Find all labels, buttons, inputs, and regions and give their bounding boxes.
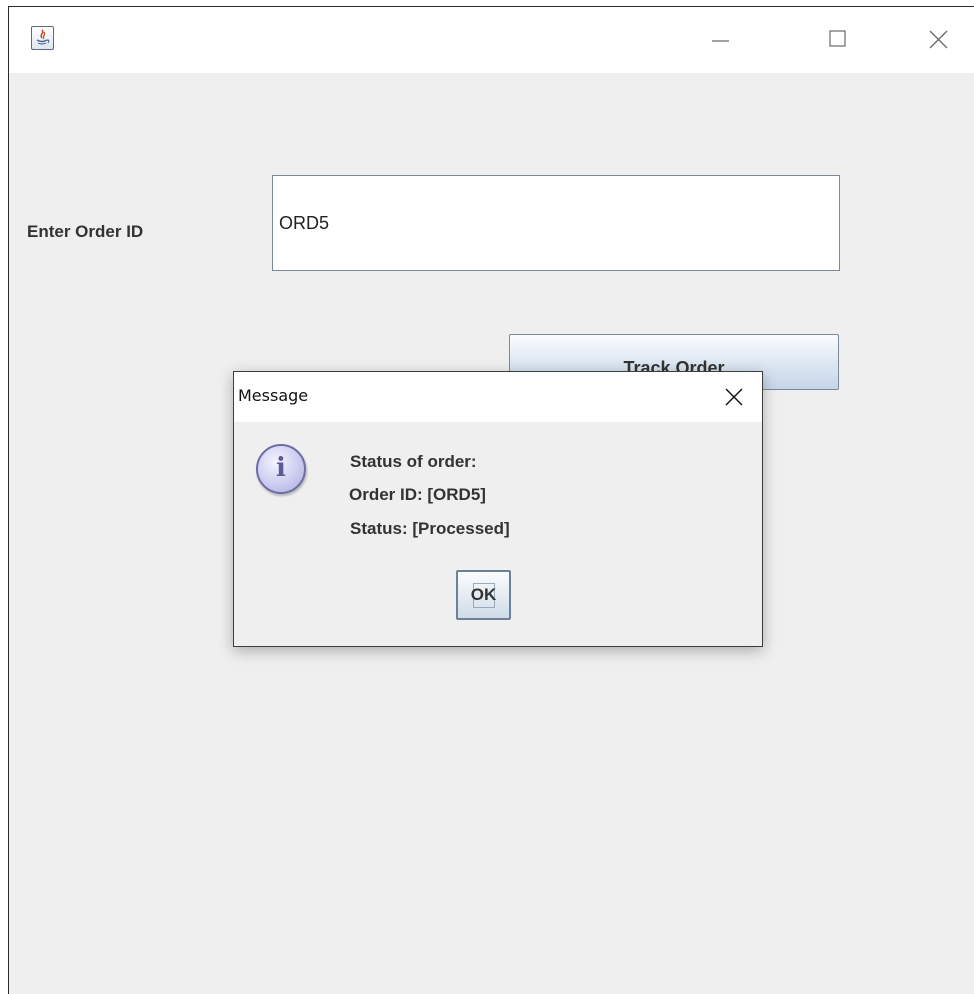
order-id-label: Enter Order ID [27,222,144,241]
minimize-icon [712,40,729,42]
order-id-input[interactable] [272,175,840,271]
info-icon: i [256,444,306,494]
ok-button-label: OK [470,585,497,604]
message-line-status-heading: Status of order: [350,452,477,471]
dialog-titlebar[interactable]: Message [234,372,762,422]
close-icon [929,30,948,49]
window-titlebar[interactable] [9,7,974,73]
message-line-order-id: Order ID: [ORD5] [349,485,486,504]
java-app-icon[interactable] [31,26,54,50]
ok-button[interactable]: OK [456,570,511,620]
close-icon [725,388,743,406]
close-button[interactable] [914,19,964,59]
message-line-status: Status: [Processed] [350,519,510,538]
dialog-title: Message [238,386,309,405]
maximize-icon [829,30,846,47]
minimize-button[interactable] [695,19,745,59]
message-dialog: Message i Status of order: Order ID: [OR… [233,371,763,647]
dialog-close-button[interactable] [712,382,756,412]
maximize-button[interactable] [812,19,862,59]
